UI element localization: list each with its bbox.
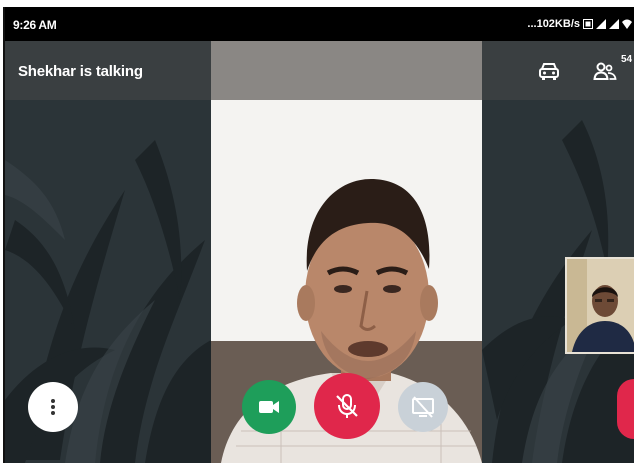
- wifi-icon: [622, 19, 632, 29]
- microphone-toggle-button[interactable]: [314, 373, 380, 439]
- status-indicators: ...102KB/s: [527, 18, 632, 30]
- signal-icon: [596, 19, 606, 29]
- header-video-overlay: [211, 41, 482, 100]
- network-speed: ...102KB/s: [527, 18, 580, 30]
- video-call-screen: 9:26 AM ...102KB/s Shekhar is talking 54: [5, 7, 634, 463]
- status-bar: 9:26 AM ...102KB/s: [5, 7, 634, 41]
- volte-icon: [583, 19, 593, 29]
- car-icon[interactable]: [537, 59, 561, 83]
- participants-count-badge: 54: [621, 54, 633, 65]
- end-call-button[interactable]: [617, 379, 634, 439]
- status-time: 9:26 AM: [13, 18, 57, 32]
- camera-toggle-button[interactable]: [242, 380, 296, 434]
- more-vert-icon: [51, 399, 55, 415]
- people-icon[interactable]: [593, 59, 617, 83]
- active-speaker-label: Shekhar is talking: [18, 63, 143, 80]
- present-screen-off-icon: [412, 396, 434, 418]
- videocam-icon: [259, 401, 279, 413]
- present-screen-button[interactable]: [398, 382, 448, 432]
- mic-off-icon: [336, 394, 358, 418]
- self-view-video: [567, 259, 634, 352]
- self-view-thumbnail[interactable]: [565, 257, 634, 354]
- screenshot-frame: 9:26 AM ...102KB/s Shekhar is talking 54: [0, 0, 634, 463]
- signal-icon-2: [609, 19, 619, 29]
- more-options-button[interactable]: [28, 382, 78, 432]
